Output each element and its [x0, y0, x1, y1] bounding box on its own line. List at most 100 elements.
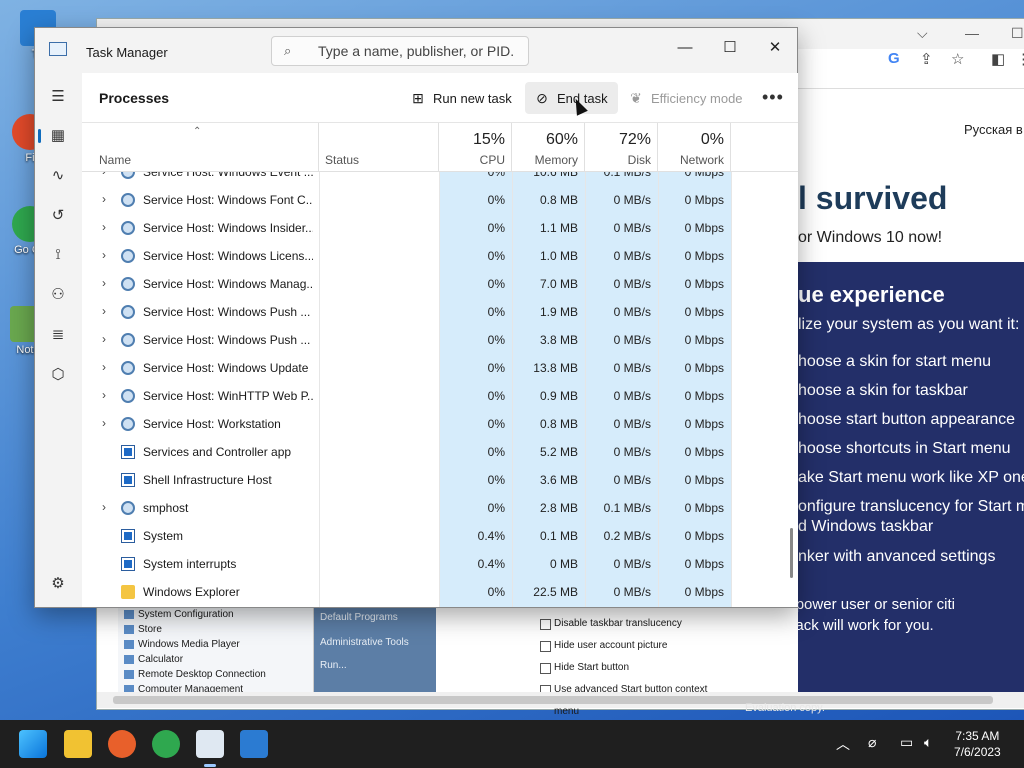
- memory-value: 1.1 MB: [539, 221, 578, 235]
- process-row[interactable]: System interrupts 0.4% 0 MB 0 MB/s 0 Mbps: [82, 550, 798, 578]
- minimize-icon[interactable]: —: [965, 25, 979, 41]
- more-options-icon[interactable]: •••: [762, 87, 784, 108]
- column-cpu[interactable]: 15% CPU: [439, 123, 512, 172]
- app-history-icon[interactable]: ↺: [47, 205, 69, 227]
- maximize-button[interactable]: ☐: [710, 34, 750, 62]
- firefox-icon[interactable]: [108, 730, 136, 758]
- chevron-down-icon[interactable]: ⌵: [917, 25, 928, 42]
- process-row[interactable]: › Service Host: Windows Update 0% 13.8 MB 0 …: [82, 354, 798, 382]
- search-box[interactable]: ⌕: [271, 36, 529, 66]
- efficiency-mode-button[interactable]: ❦ Efficiency mode: [627, 82, 742, 114]
- network-value: 0 Mbps: [684, 249, 724, 263]
- column-name[interactable]: ⌃ Name: [82, 123, 319, 172]
- share-icon[interactable]: ⇪: [920, 50, 933, 68]
- network-value: 0 Mbps: [684, 473, 724, 487]
- close-button[interactable]: ✕: [755, 34, 795, 62]
- scrollbar-thumb[interactable]: [113, 696, 993, 704]
- sidebar-icon[interactable]: ◧: [991, 50, 1005, 68]
- service-gear-icon: [121, 221, 135, 235]
- chevron-right-icon[interactable]: ›: [102, 500, 106, 514]
- display-icon[interactable]: ▭: [900, 734, 913, 751]
- promo-subtitle: lize your system as you want it:: [798, 316, 1020, 333]
- process-row[interactable]: › Service Host: Windows Manag... 0% 7.0 MB 0…: [82, 270, 798, 298]
- process-name: Service Host: Windows Event ...: [143, 172, 313, 179]
- process-row[interactable]: › Service Host: Windows Licens... 0% 1.0 MB…: [82, 242, 798, 270]
- promo-item: onfigure translucency for Start m: [798, 498, 1024, 515]
- list-item: System Configuration: [118, 607, 313, 622]
- disk-value: 0 MB/s: [613, 585, 651, 599]
- chevron-right-icon[interactable]: ›: [102, 192, 106, 206]
- minimize-button[interactable]: —: [665, 34, 705, 62]
- list-item: Windows Media Player: [118, 637, 313, 652]
- chevron-right-icon[interactable]: ›: [102, 172, 106, 178]
- users-icon[interactable]: ⚇: [47, 284, 69, 306]
- network-icon[interactable]: ⌀: [868, 734, 876, 751]
- network-value: 0 Mbps: [684, 445, 724, 459]
- clock[interactable]: 7:35 AM 7/6/2023: [954, 728, 1001, 760]
- chevron-up-icon[interactable]: ︿: [836, 734, 850, 754]
- star-icon[interactable]: ☆: [951, 50, 964, 68]
- chevron-right-icon[interactable]: ›: [102, 248, 106, 262]
- search-input[interactable]: [316, 41, 516, 61]
- memory-value: 7.0 MB: [539, 277, 578, 291]
- process-row[interactable]: › Service Host: WinHTTP Web P... 0% 0.9 MB 0…: [82, 382, 798, 410]
- disk-value: 0 MB/s: [613, 305, 651, 319]
- process-name: Service Host: Workstation: [143, 417, 281, 431]
- column-disk[interactable]: 72% Disk: [585, 123, 658, 172]
- end-task-button[interactable]: ⊘ End task: [525, 82, 618, 114]
- startup-apps-icon[interactable]: ⟟: [47, 244, 69, 266]
- horizontal-scrollbar[interactable]: [97, 692, 1024, 708]
- volume-icon[interactable]: 🔈︎: [924, 734, 932, 751]
- processes-icon[interactable]: ▦: [38, 125, 69, 147]
- process-row[interactable]: › smphost 0% 2.8 MB 0.1 MB/s 0 Mbps: [82, 494, 798, 522]
- process-name: System: [143, 529, 184, 543]
- process-row[interactable]: Services and Controller app 0% 5.2 MB 0 MB/…: [82, 438, 798, 466]
- task-manager-window: Task Manager ⌕ — ☐ ✕ ☰ ▦ ∿ ↺ ⟟ ⚇ ≣ ⬡ ⚙ P…: [34, 27, 798, 608]
- hamburger-menu-icon[interactable]: ☰: [47, 86, 69, 108]
- chevron-right-icon[interactable]: ›: [102, 304, 106, 318]
- chevron-right-icon[interactable]: ›: [102, 416, 106, 430]
- process-row[interactable]: System 0.4% 0.1 MB 0.2 MB/s 0 Mbps: [82, 522, 798, 550]
- file-explorer-icon[interactable]: [64, 730, 92, 758]
- process-row[interactable]: › Service Host: Windows Insider... 0% 1.1 M…: [82, 214, 798, 242]
- menu-icon[interactable]: ⋮: [1016, 50, 1024, 68]
- column-network[interactable]: 0% Network: [658, 123, 731, 172]
- task-manager-taskbar-icon[interactable]: [196, 730, 224, 758]
- process-row[interactable]: › Service Host: Windows Push ... 0% 1.9 MB 0…: [82, 298, 798, 326]
- process-row[interactable]: › Service Host: Windows Font C... 0% 0.8 MB…: [82, 186, 798, 214]
- vertical-scrollbar[interactable]: [790, 528, 793, 578]
- maximize-icon[interactable]: ☐: [1011, 25, 1024, 42]
- column-label: Network: [679, 153, 724, 167]
- list-item: Remote Desktop Connection: [118, 667, 313, 682]
- chevron-right-icon[interactable]: ›: [102, 276, 106, 290]
- process-row[interactable]: Windows Explorer 0% 22.5 MB 0 MB/s 0 Mbps: [82, 578, 798, 606]
- memory-value: 3.8 MB: [539, 333, 578, 347]
- service-gear-icon: [121, 501, 135, 515]
- column-status[interactable]: Status: [319, 123, 439, 172]
- chrome-icon[interactable]: [152, 730, 180, 758]
- column-label: Disk: [627, 153, 651, 167]
- button-label: Run new task: [433, 91, 512, 106]
- service-gear-icon: [121, 361, 135, 375]
- details-icon[interactable]: ≣: [47, 324, 69, 346]
- language-link[interactable]: Русская в: [964, 122, 1023, 137]
- start-icon[interactable]: [19, 730, 47, 758]
- performance-icon[interactable]: ∿: [47, 165, 69, 187]
- chevron-right-icon[interactable]: ›: [102, 332, 106, 346]
- chevron-right-icon[interactable]: ›: [102, 360, 106, 374]
- process-row[interactable]: › Service Host: Windows Push ... 0% 3.8 MB 0…: [82, 326, 798, 354]
- app-taskbar-icon[interactable]: [240, 730, 268, 758]
- process-row[interactable]: Shell Infrastructure Host 0% 3.6 MB 0 MB/s 0…: [82, 466, 798, 494]
- process-row[interactable]: › Service Host: Windows Event ... 0% 10.6 M…: [82, 172, 798, 186]
- chevron-right-icon[interactable]: ›: [102, 220, 106, 234]
- navigation-sidebar: ☰ ▦ ∿ ↺ ⟟ ⚇ ≣ ⬡ ⚙: [35, 73, 82, 607]
- services-icon[interactable]: ⬡: [47, 364, 69, 386]
- settings-icon[interactable]: ⚙: [47, 573, 69, 595]
- process-row[interactable]: › Service Host: Workstation 0% 0.8 MB 0 MB/s…: [82, 410, 798, 438]
- chevron-right-icon[interactable]: ›: [102, 388, 106, 402]
- column-memory[interactable]: 60% Memory: [512, 123, 585, 172]
- google-icon[interactable]: G: [888, 50, 900, 67]
- window-icon: [121, 529, 135, 543]
- memory-value: 0.8 MB: [539, 193, 578, 207]
- run-new-task-button[interactable]: ⊞ Run new task: [409, 82, 512, 114]
